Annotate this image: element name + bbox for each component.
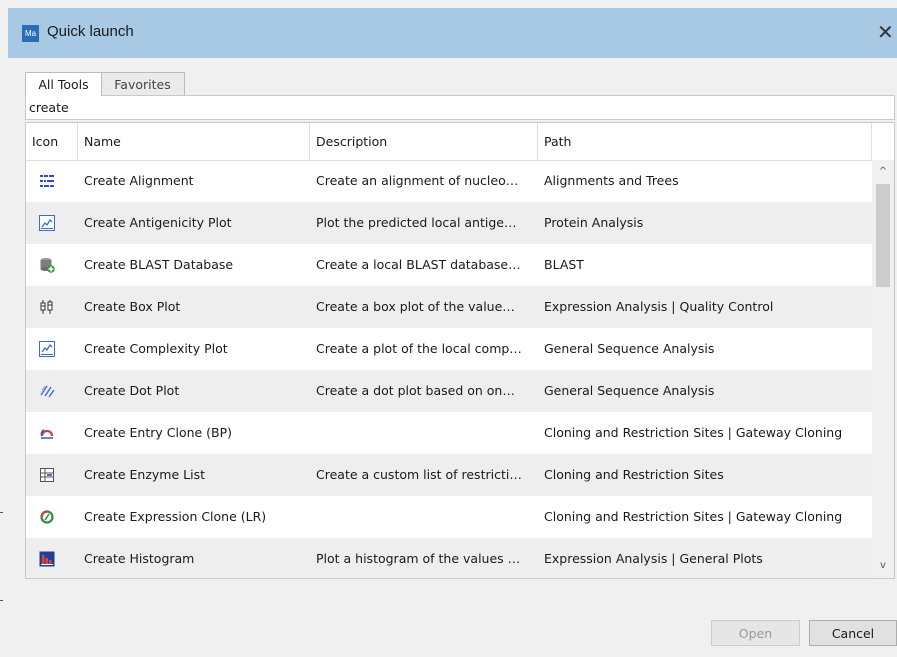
table-row[interactable]: Create Histogram Plot a histogram of the… bbox=[26, 538, 872, 578]
table-row[interactable]: Create Alignment Create an alignment of … bbox=[26, 160, 872, 202]
scroll-down-arrow[interactable]: v bbox=[872, 558, 894, 574]
table-body: Create Alignment Create an alignment of … bbox=[26, 160, 872, 578]
database-add-icon bbox=[40, 258, 55, 273]
search-field[interactable] bbox=[25, 95, 895, 120]
row-icon-cell bbox=[26, 244, 78, 286]
table-row[interactable]: Create Box Plot Create a box plot of the… bbox=[26, 286, 872, 328]
window-edge-mark bbox=[0, 512, 3, 513]
row-icon-cell bbox=[26, 286, 78, 328]
table-row[interactable]: Create BLAST Database Create a local BLA… bbox=[26, 244, 872, 286]
row-path: General Sequence Analysis bbox=[544, 383, 715, 398]
row-name: Create Box Plot bbox=[84, 299, 181, 314]
row-description: Create a dot plot based on on… bbox=[316, 383, 515, 398]
search-input[interactable] bbox=[26, 96, 894, 119]
window-edge-mark bbox=[0, 600, 3, 601]
row-icon-cell bbox=[26, 412, 78, 454]
row-path: Protein Analysis bbox=[544, 215, 644, 230]
table-row[interactable]: Create Entry Clone (BP) Cloning and Rest… bbox=[26, 412, 872, 454]
table-header: Icon Name Description Path bbox=[26, 123, 872, 161]
table-row[interactable]: Create Complexity Plot Create a plot of … bbox=[26, 328, 872, 370]
row-name: Create Expression Clone (LR) bbox=[84, 509, 267, 524]
row-icon-cell bbox=[26, 328, 78, 370]
entry-clone-icon bbox=[40, 429, 54, 439]
alignment-icon bbox=[40, 175, 54, 187]
line-plot-icon bbox=[39, 215, 55, 231]
row-path: General Sequence Analysis bbox=[544, 341, 715, 356]
row-icon-cell bbox=[26, 370, 78, 412]
row-icon-cell bbox=[26, 496, 78, 538]
row-description: Create an alignment of nucleo… bbox=[316, 173, 519, 188]
table-row[interactable]: Create Enzyme List Create a custom list … bbox=[26, 454, 872, 496]
line-plot-icon bbox=[39, 341, 55, 357]
column-header-name[interactable]: Name bbox=[78, 123, 310, 160]
row-icon-cell bbox=[26, 538, 78, 578]
row-description: Plot a histogram of the values … bbox=[316, 551, 521, 566]
row-description: Create a local BLAST database… bbox=[316, 257, 521, 272]
histogram-icon bbox=[39, 551, 55, 567]
cancel-button[interactable]: Cancel bbox=[809, 620, 897, 646]
column-header-description[interactable]: Description bbox=[310, 123, 538, 160]
table-row[interactable]: Create Expression Clone (LR) Cloning and… bbox=[26, 496, 872, 538]
row-name: Create Entry Clone (BP) bbox=[84, 425, 233, 440]
table-row[interactable]: Create Antigenicity Plot Plot the predic… bbox=[26, 202, 872, 244]
expression-clone-icon bbox=[40, 510, 54, 524]
row-description: Plot the predicted local antige… bbox=[316, 215, 517, 230]
row-description: Create a plot of the local comp… bbox=[316, 341, 522, 356]
app-logo-icon: Ma bbox=[22, 25, 39, 42]
row-name: Create Antigenicity Plot bbox=[84, 215, 232, 230]
box-plot-icon bbox=[40, 300, 53, 314]
table-row[interactable]: Create Dot Plot Create a dot plot based … bbox=[26, 370, 872, 412]
row-icon-cell bbox=[26, 454, 78, 496]
row-path: Cloning and Restriction Sites bbox=[544, 467, 724, 482]
row-name: Create Enzyme List bbox=[84, 467, 205, 482]
column-header-path[interactable]: Path bbox=[538, 123, 872, 160]
row-description bbox=[310, 412, 538, 454]
tools-table: Icon Name Description Path Create Alignm… bbox=[25, 122, 895, 579]
dot-plot-icon bbox=[40, 385, 55, 398]
window-title: Quick launch bbox=[47, 23, 134, 40]
row-path: BLAST bbox=[544, 257, 584, 272]
column-header-icon[interactable]: Icon bbox=[26, 123, 78, 160]
row-path: Expression Analysis | General Plots bbox=[544, 551, 763, 566]
scroll-up-arrow[interactable]: ^ bbox=[872, 164, 894, 180]
row-name: Create Complexity Plot bbox=[84, 341, 228, 356]
row-path: Alignments and Trees bbox=[544, 173, 679, 188]
row-icon-cell bbox=[26, 202, 78, 244]
enzyme-list-icon bbox=[40, 468, 54, 482]
row-name: Create Dot Plot bbox=[84, 383, 180, 398]
row-description: Create a custom list of restricti… bbox=[316, 467, 522, 482]
row-path: Expression Analysis | Quality Control bbox=[544, 299, 774, 314]
row-description: Create a box plot of the value… bbox=[316, 299, 515, 314]
row-name: Create Histogram bbox=[84, 551, 195, 566]
row-name: Create BLAST Database bbox=[84, 257, 234, 272]
row-icon-cell bbox=[26, 160, 78, 202]
vertical-scrollbar[interactable]: ^ v bbox=[872, 160, 894, 578]
row-path: Cloning and Restriction Sites | Gateway … bbox=[544, 425, 843, 440]
row-name: Create Alignment bbox=[84, 173, 194, 188]
close-button[interactable]: ✕ bbox=[877, 21, 897, 45]
tab-all-tools[interactable]: All Tools bbox=[25, 72, 102, 96]
tab-favorites[interactable]: Favorites bbox=[100, 72, 185, 96]
title-bar: Ma Quick launch ✕ bbox=[8, 8, 897, 58]
row-path: Cloning and Restriction Sites | Gateway … bbox=[544, 509, 843, 524]
row-description bbox=[310, 496, 538, 538]
scroll-thumb[interactable] bbox=[876, 184, 890, 287]
open-button[interactable]: Open bbox=[711, 620, 800, 646]
